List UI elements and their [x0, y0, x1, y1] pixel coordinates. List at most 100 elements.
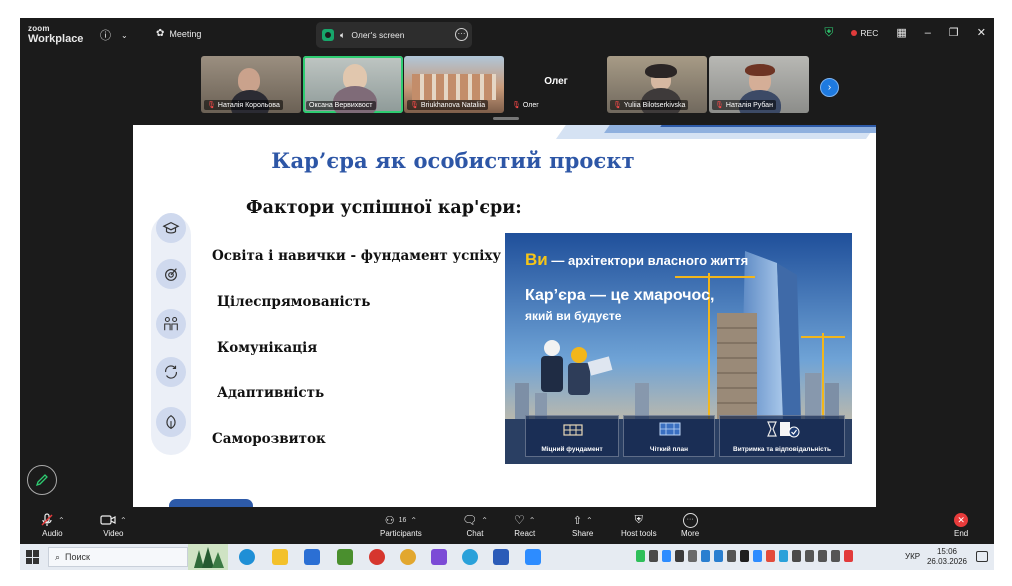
notifications-icon[interactable] [976, 551, 988, 562]
windows-start-icon[interactable] [26, 550, 40, 564]
shared-slide: Кар’єра як особистий проєкт Фактори успі… [133, 125, 876, 507]
more-button[interactable]: ··· More [681, 511, 699, 538]
shared-screen-tab[interactable]: 🔈︎ Олег's screen ··· [316, 22, 472, 48]
more-icon: ··· [682, 512, 698, 528]
shield-check-icon: ⛨ [634, 513, 643, 526]
search-placeholder: Поиск [65, 552, 90, 562]
participant-name: 🎙︎ Briukhanova Nataliia [407, 100, 489, 110]
tray-icon[interactable] [662, 550, 671, 562]
video-tile[interactable]: 🎙︎ Briukhanova Nataliia [404, 56, 504, 113]
annotate-button[interactable] [27, 465, 57, 495]
audio-button[interactable]: ⌃ Audio [40, 511, 65, 538]
edge-icon[interactable] [239, 549, 255, 565]
video-tile[interactable]: 🎙︎ Наталія Рубан [709, 56, 809, 113]
slide-decoration [660, 125, 876, 127]
host-tools-button[interactable]: ⛨ Host tools [621, 511, 657, 539]
keyboard-language[interactable]: УКР [905, 552, 920, 561]
video-button[interactable]: ⌃ Video [100, 511, 127, 538]
tray-icon[interactable] [740, 550, 749, 562]
restore-icon[interactable]: ❐ [949, 26, 959, 39]
minimize-icon[interactable]: – [925, 27, 931, 39]
mic-off-icon: 🎙︎ [715, 102, 724, 109]
host-tools-label: Host tools [621, 529, 657, 538]
tray-icon[interactable] [701, 550, 710, 562]
network-icon[interactable] [805, 550, 814, 562]
share-button[interactable]: ⇧ ⌃ Share [572, 511, 594, 539]
chevron-down-icon: ⌄ [121, 30, 128, 40]
close-icon[interactable]: ✕ [977, 26, 986, 39]
chrome-icon[interactable] [400, 549, 416, 565]
next-page-button[interactable]: › [820, 78, 839, 97]
shield-icon[interactable]: ⛨ [824, 25, 833, 40]
tray-icon[interactable] [675, 550, 684, 562]
end-meeting-button[interactable]: ✕ End [954, 511, 968, 538]
participants-icon: ⚇ [384, 514, 395, 527]
react-button[interactable]: ♡ ⌃ React [514, 511, 535, 538]
tray-icon[interactable] [727, 550, 736, 562]
refresh-icon [156, 357, 186, 387]
tray-icon[interactable] [844, 550, 853, 562]
tray-icon[interactable] [753, 550, 762, 562]
tray-icon[interactable] [714, 550, 723, 562]
participant-name: 🎙︎ Наталія Корольова [204, 100, 283, 110]
video-tile-no-camera[interactable]: Олег 🎙︎ Олег [506, 56, 606, 113]
taskbar-search[interactable]: ⌕ Поиск [48, 547, 188, 567]
participants-count: 16 [398, 516, 407, 524]
opera-icon[interactable] [369, 549, 385, 565]
poster-card-label: Чіткий план [649, 446, 689, 453]
taskbar-clock[interactable]: 15:06 26.03.2026 [926, 547, 968, 567]
chevron-up-icon[interactable]: ⌃ [481, 516, 488, 525]
telegram-icon[interactable] [462, 549, 478, 565]
file-explorer-icon[interactable] [272, 549, 288, 565]
rec-label: REC [860, 27, 879, 38]
end-icon: ✕ [954, 513, 969, 527]
slide-title: Кар’єра як особистий проєкт [271, 148, 635, 173]
tray-icon[interactable] [818, 550, 827, 562]
participant-name: 🎙︎ Yuliia Bilotserkivska [610, 100, 689, 110]
viber-icon[interactable] [431, 549, 447, 565]
app-icon[interactable] [337, 549, 353, 565]
chevron-up-icon[interactable]: ⌃ [529, 516, 536, 525]
chevron-up-icon[interactable]: ⌃ [58, 516, 65, 525]
search-highlight-image[interactable] [188, 544, 228, 570]
video-tile[interactable]: 🎙︎ Yuliia Bilotserkivska [607, 56, 707, 113]
window-controls: ⛨ REC ▦ – ❐ ✕ [824, 25, 986, 40]
speaker-icon: 🔈︎ [340, 29, 346, 40]
tray-icon[interactable] [766, 550, 775, 562]
whatsapp-icon[interactable] [636, 550, 645, 562]
tray-icon[interactable] [688, 550, 697, 562]
filmstrip-drag-handle[interactable] [493, 117, 519, 120]
graduation-cap-icon [156, 213, 186, 243]
pencil-icon [35, 474, 48, 487]
factor-label: Цілеспрямованість [217, 294, 371, 310]
meeting-tab-label: Meeting [169, 28, 202, 39]
clock-date: 26.03.2026 [926, 557, 968, 566]
more-label: More [681, 529, 700, 538]
chevron-right-icon: › [827, 82, 832, 93]
tray-icon[interactable] [649, 550, 658, 562]
meeting-tab[interactable]: ✿ Meeting [156, 28, 201, 39]
meeting-info-button[interactable]: ⓘ ⌄ [100, 27, 128, 43]
search-icon: ⌕ [55, 551, 61, 562]
chevron-up-icon[interactable]: ⌃ [120, 516, 127, 525]
participant-name: 🎙︎ Олег [512, 101, 539, 110]
participants-button[interactable]: ⚇ 16 ⌃ Participants [380, 511, 422, 539]
word-icon[interactable] [493, 549, 509, 565]
poster-card: Чіткий план [623, 415, 715, 457]
info-icon: ⓘ [100, 30, 111, 42]
screen-options-icon[interactable]: ··· [455, 28, 468, 41]
gallery-view-icon[interactable]: ▦ [896, 26, 906, 39]
tray-icon[interactable] [779, 550, 788, 562]
zoom-taskbar-icon[interactable] [525, 549, 541, 565]
recording-indicator[interactable]: REC [851, 28, 878, 38]
mic-off-icon: 🎙︎ [410, 102, 419, 109]
video-tile-active-speaker[interactable]: Оксана Вервихвост [303, 56, 403, 113]
chat-button[interactable]: 🗨︎ ⌃ Chat [462, 511, 488, 538]
video-tile[interactable]: 🎙︎ Наталія Корольова [201, 56, 301, 113]
share-label: Share [572, 529, 594, 538]
store-icon[interactable] [304, 549, 320, 565]
chevron-up-icon[interactable]: ⌃ [586, 516, 593, 525]
chevron-up-icon[interactable]: ⌃ [410, 516, 417, 525]
tray-icon[interactable] [792, 550, 801, 562]
volume-icon[interactable] [831, 550, 840, 562]
